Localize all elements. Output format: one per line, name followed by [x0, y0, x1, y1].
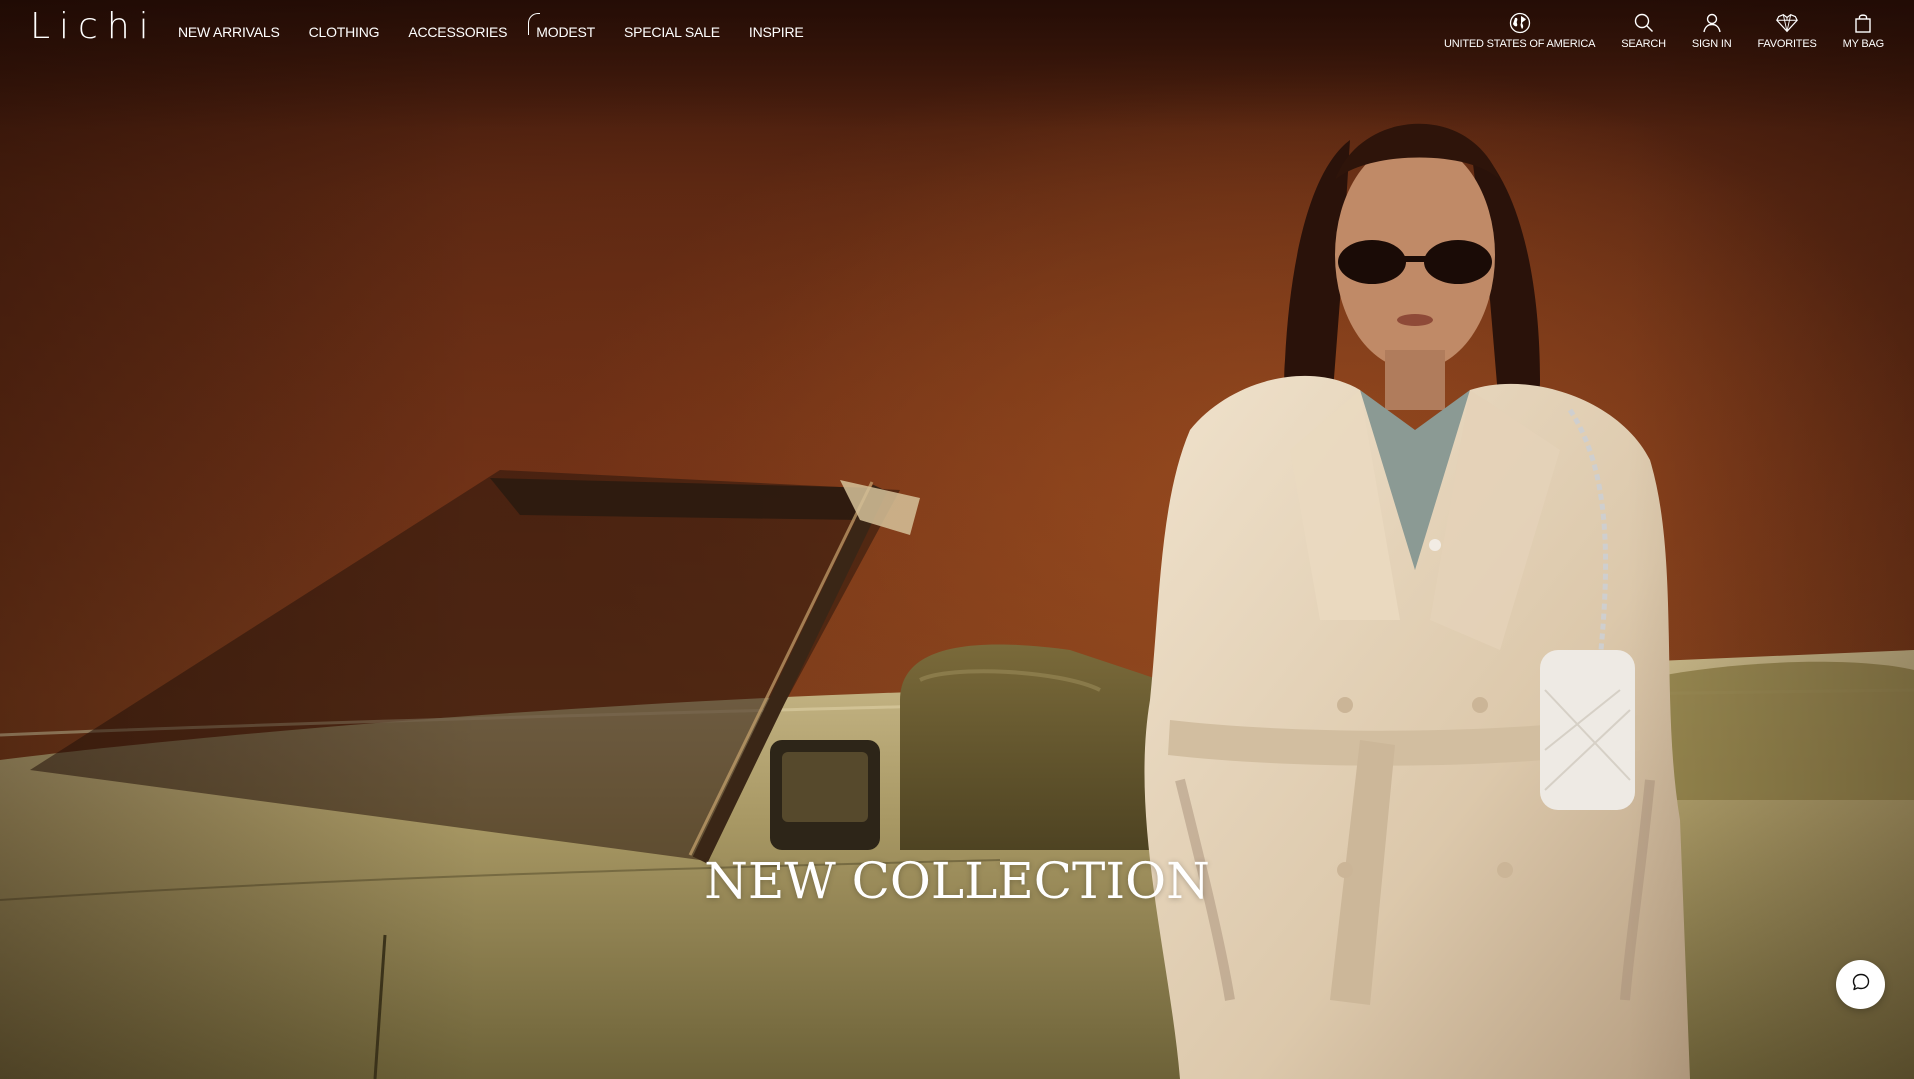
sign-in-button[interactable]: SIGN IN [1692, 11, 1732, 50]
diamond-heart-icon [1775, 11, 1799, 35]
header-utilities: UNITED STATES OF AMERICA SEARCH SIGN IN … [1444, 11, 1884, 50]
nav-item-clothing[interactable]: CLOTHING [309, 24, 380, 40]
nav-item-new-arrivals[interactable]: NEW ARRIVALS [178, 24, 280, 40]
search-button[interactable]: SEARCH [1621, 11, 1666, 50]
brand-logo[interactable]: Lichi [30, 9, 158, 45]
favorites-label: FAVORITES [1757, 38, 1817, 50]
nav-item-special-sale[interactable]: SPECIAL SALE [624, 24, 720, 40]
nav-item-inspire[interactable]: INSPIRE [749, 24, 804, 40]
region-label: UNITED STATES OF AMERICA [1444, 38, 1596, 50]
chat-bubble-icon [1851, 972, 1871, 997]
nav-item-modest-label: MODEST [536, 24, 595, 40]
globe-icon [1508, 11, 1532, 35]
page: Lichi NEW ARRIVALS CLOTHING ACCESSORIES … [0, 0, 1914, 1079]
sign-in-label: SIGN IN [1691, 38, 1732, 50]
shopping-bag-icon [1851, 11, 1875, 35]
favorites-button[interactable]: FAVORITES [1757, 11, 1817, 50]
hero-headline[interactable]: NEW COLLECTION [0, 856, 1914, 906]
my-bag-label: MY BAG [1842, 38, 1885, 50]
nav-item-modest[interactable]: MODEST [528, 13, 595, 40]
site-header: Lichi NEW ARRIVALS CLOTHING ACCESSORIES … [0, 0, 1914, 66]
search-label: SEARCH [1621, 38, 1666, 50]
modest-arch-icon [528, 13, 541, 35]
region-selector[interactable]: UNITED STATES OF AMERICA [1444, 11, 1595, 50]
search-icon [1632, 11, 1656, 35]
nav-item-accessories[interactable]: ACCESSORIES [408, 24, 507, 40]
user-icon [1700, 11, 1724, 35]
chat-button[interactable] [1836, 960, 1885, 1009]
hero-banner[interactable] [0, 0, 1914, 1079]
hero-image [0, 40, 1914, 1079]
main-nav: NEW ARRIVALS CLOTHING ACCESSORIES MODEST… [178, 13, 833, 40]
my-bag-button[interactable]: MY BAG [1843, 11, 1884, 50]
